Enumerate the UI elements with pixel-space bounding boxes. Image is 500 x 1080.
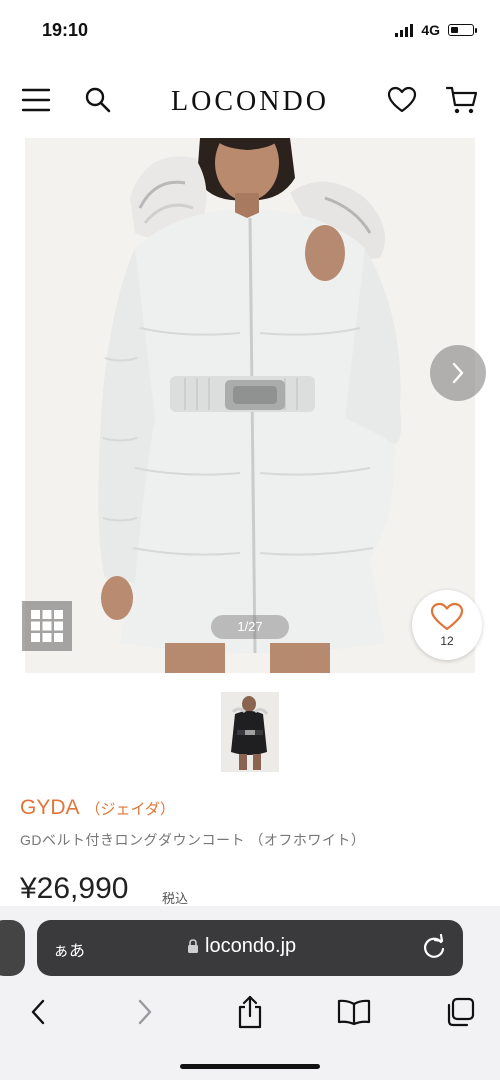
heart-outline-icon [430,602,464,631]
product-name: GDベルト付きロングダウンコート （オフホワイト） [20,832,366,848]
tax-label: 税込 [162,891,189,906]
cart-icon[interactable] [446,84,478,116]
page-settings-button[interactable]: ぁあ [53,937,85,961]
address-bar[interactable]: ぁあ locondo.jp [37,920,463,976]
status-indicators: 4G [395,22,477,38]
favorite-count: 12 [440,634,454,648]
status-bar: 19:10 4G [0,0,500,62]
thumbnail-photo [221,692,279,772]
reload-icon[interactable] [421,933,447,960]
signal-icon [395,23,414,37]
browser-toolbar [0,988,500,1038]
favorite-button[interactable]: 12 [412,590,482,660]
brand-name[interactable]: GYDA （ジェイダ） [20,796,175,820]
home-indicator [180,1064,320,1069]
network-label: 4G [421,22,440,38]
heart-icon[interactable] [386,84,418,116]
back-icon[interactable] [20,994,56,1030]
battery-icon [448,24,477,36]
url-display[interactable]: locondo.jp [187,935,296,958]
forward-icon[interactable] [127,994,163,1030]
site-logo[interactable]: LOCONDO [150,86,350,118]
share-icon[interactable] [232,994,268,1030]
lock-icon [188,939,198,953]
chevron-right-icon [452,362,464,384]
search-icon[interactable] [82,84,114,116]
browser-bottom-bar: ぁあ locondo.jp [0,906,500,1080]
product-image[interactable] [25,138,475,673]
next-image-button[interactable] [430,345,486,401]
thumbnail-1[interactable] [221,692,279,772]
brand-kana: （ジェイダ） [85,801,175,818]
status-time: 19:10 [42,20,89,40]
url-text: locondo.jp [205,935,297,957]
previous-tab-peek[interactable] [0,920,25,976]
brand-label: GYDA [20,796,80,819]
menu-icon[interactable] [20,84,52,116]
site-header: LOCONDO [0,70,500,130]
grid-icon [31,610,63,642]
image-grid-button[interactable] [22,601,72,651]
image-counter: 1/27 [211,615,289,639]
tabs-icon[interactable] [442,994,478,1030]
product-photo [25,138,475,673]
product-price: ¥26,990 [20,872,129,905]
bookmarks-icon[interactable] [336,994,372,1030]
